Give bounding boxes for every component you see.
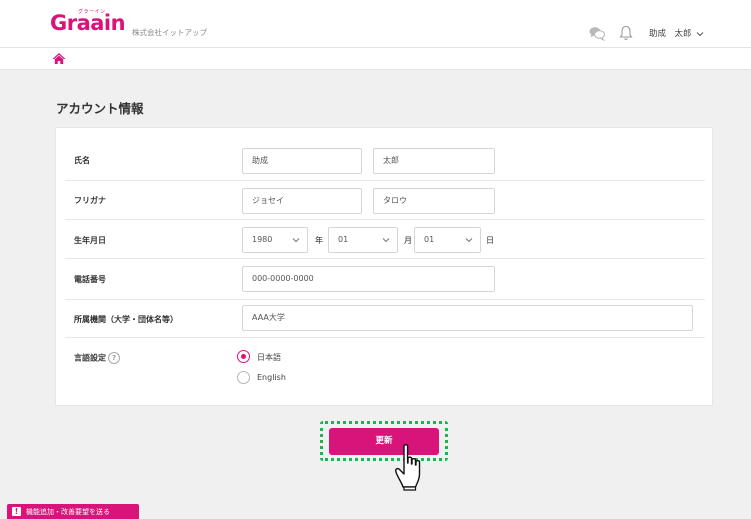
- app-header: グラーイン Graain 株式会社イットアップ 助成 太郎: [0, 0, 751, 48]
- language-label: 言語設定?: [74, 352, 120, 364]
- phone-label: 電話番号: [74, 275, 106, 284]
- phone-input[interactable]: 000-0000-0000: [242, 266, 495, 292]
- logo[interactable]: グラーイン Graain: [50, 9, 126, 36]
- feedback-label: 機能追加・改善要望を送る: [26, 508, 110, 516]
- home-icon[interactable]: [52, 52, 66, 65]
- kana-label: フリガナ: [74, 196, 106, 205]
- last-name-input[interactable]: 助成: [242, 148, 362, 174]
- form-row-phone: 電話番号 000-0000-0000: [65, 259, 705, 300]
- form-row-kana: フリガナ ジョセイ タロウ: [65, 181, 705, 220]
- form-row-affiliation: 所属機関（大学・団体名等） AAA大学: [65, 300, 705, 338]
- birth-month-value: 01: [338, 235, 349, 244]
- language-label-text: 言語設定: [74, 353, 106, 363]
- feedback-button[interactable]: ! 機能追加・改善要望を送る: [7, 504, 139, 519]
- name-label: 氏名: [74, 156, 90, 165]
- help-icon[interactable]: ?: [108, 352, 120, 364]
- chevron-down-icon: [382, 238, 390, 243]
- chevron-down-icon: [292, 238, 300, 243]
- birth-day-select[interactable]: 01: [414, 227, 481, 253]
- first-name-input[interactable]: 太郎: [373, 148, 495, 174]
- radio-japanese-label[interactable]: 日本語: [257, 352, 281, 363]
- chevron-down-icon: [696, 31, 704, 36]
- logo-ruby: グラーイン: [78, 9, 106, 15]
- birth-year-select[interactable]: 1980: [242, 227, 308, 253]
- last-name-kana-input[interactable]: ジョセイ: [242, 188, 362, 214]
- user-menu[interactable]: 助成 太郎: [649, 27, 704, 39]
- form-row-birthday: 生年月日 1980 年 01 月 01 日: [65, 220, 705, 259]
- radio-english[interactable]: [237, 371, 250, 384]
- affiliation-input[interactable]: AAA大学: [242, 305, 693, 331]
- birth-year-value: 1980: [252, 235, 273, 244]
- chat-icon[interactable]: [588, 24, 606, 42]
- birth-month-select[interactable]: 01: [328, 227, 398, 253]
- page-title: アカウント情報: [56, 101, 144, 116]
- bell-icon[interactable]: [617, 24, 635, 42]
- radio-english-label[interactable]: English: [257, 373, 286, 382]
- exclamation-icon: !: [12, 507, 21, 516]
- first-name-kana-input[interactable]: タロウ: [373, 188, 495, 214]
- birth-day-value: 01: [424, 235, 435, 244]
- day-unit: 日: [486, 236, 494, 245]
- account-form-card: 氏名 助成 太郎 フリガナ ジョセイ タロウ 生年月日 1980 年 01 月 …: [55, 127, 713, 406]
- month-unit: 月: [404, 236, 412, 245]
- radio-japanese[interactable]: [237, 350, 250, 363]
- hand-cursor-icon: [395, 444, 421, 491]
- form-row-name: 氏名 助成 太郎: [65, 142, 705, 181]
- user-name: 助成 太郎: [649, 29, 692, 39]
- breadcrumb: [0, 48, 751, 70]
- company-name: 株式会社イットアップ: [132, 28, 207, 37]
- chevron-down-icon: [465, 238, 473, 243]
- affiliation-label: 所属機関（大学・団体名等）: [74, 315, 178, 324]
- year-unit: 年: [315, 236, 323, 245]
- birthday-label: 生年月日: [74, 236, 106, 245]
